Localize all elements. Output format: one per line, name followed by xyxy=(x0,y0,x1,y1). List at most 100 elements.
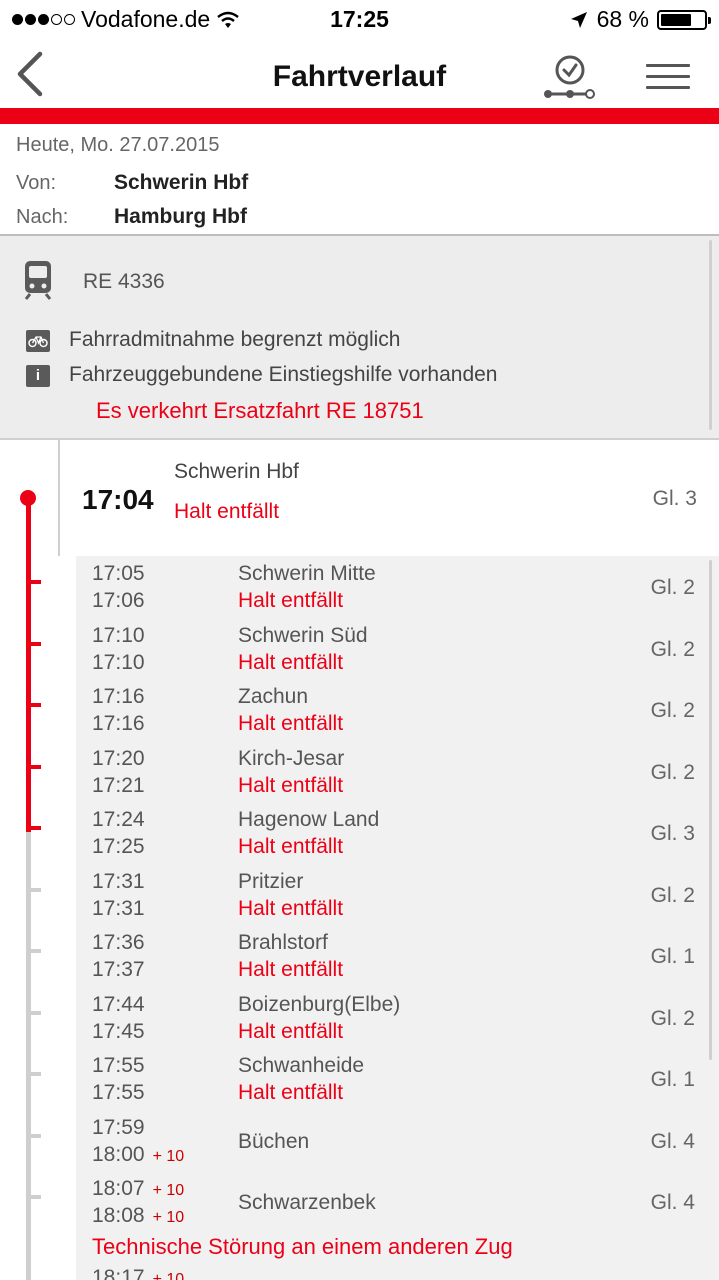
station-name: Brahlstorf xyxy=(238,931,328,954)
stop-list: 17:05 17:06 Schwerin Mitte Halt entfällt Gl.… xyxy=(76,556,719,1280)
stop-status: Halt entfällt xyxy=(238,835,344,858)
stop-time: 18:17 xyxy=(92,1266,145,1280)
train-info-panel: RE 4336 Fahrradmitnahme begrenzt möglich… xyxy=(0,236,719,438)
delay-badge: + 10 xyxy=(152,1209,185,1226)
stop-tick xyxy=(26,641,41,646)
arrival-time-text: 17:44 xyxy=(92,992,145,1016)
station-name: Schwerin Süd xyxy=(238,623,368,647)
departure-time-text: 18:08 xyxy=(92,1204,145,1227)
station-name: Zachun xyxy=(238,685,309,708)
arrival-time-text: 17:10 xyxy=(92,623,145,647)
departure-time-text: 17:45 xyxy=(92,1019,145,1043)
first-stop-time: 17:04 xyxy=(82,484,154,515)
stop-status: Halt entfällt xyxy=(238,896,344,920)
list-item[interactable]: 17:31 17:31 Pritzier Halt entfällt Gl. 2 xyxy=(76,864,719,925)
departure-time-text: 17:37 xyxy=(92,958,145,981)
stop-status: Halt entfällt xyxy=(238,650,344,674)
arrival-time: 17:10 xyxy=(92,624,145,648)
list-item[interactable]: 17:05 17:06 Schwerin Mitte Halt entfällt Gl.… xyxy=(76,556,719,617)
arrival-time-text: 17:16 xyxy=(92,685,145,708)
list-item[interactable]: 17:44 17:45 Boizenburg(Elbe) Halt entfällt G… xyxy=(76,987,719,1048)
platform: Gl. 2 xyxy=(650,760,695,784)
feature-bicycle: Fahrradmitnahme begrenzt möglich xyxy=(69,328,401,351)
stop-status: Halt entfällt xyxy=(238,589,344,612)
departure-time: 17:10 xyxy=(92,651,145,675)
list-item[interactable]: 17:59 18:00 + 10 Büchen Gl. 4 xyxy=(76,1110,719,1171)
platform: Gl. 4 xyxy=(650,1129,695,1153)
list-item[interactable]: 17:16 17:16 Zachun Halt entfällt Gl. 2 xyxy=(76,679,719,740)
departure-time-text: 17:10 xyxy=(92,650,145,674)
list-item[interactable]: 18:17 + 10 xyxy=(92,1266,184,1280)
station-name: Schwerin Mitte xyxy=(238,562,376,585)
departure-time-text: 17:06 xyxy=(92,589,145,612)
stop-status: Halt entfällt xyxy=(238,958,344,981)
departure-time-text: 17:21 xyxy=(92,773,145,797)
list-item[interactable]: 17:55 17:55 Schwanheide Halt entfällt Gl. 1 xyxy=(76,1048,719,1109)
scrollbar[interactable] xyxy=(709,240,712,430)
list-item[interactable]: 18:07 + 10 18:08 + 10 Schwarzenbek Gl. 4 xyxy=(76,1171,719,1232)
stop-tick xyxy=(26,949,41,953)
departure-time: 17:06 xyxy=(92,589,145,613)
journey-info: Heute, Mo. 27.07.2015 Von: Schwerin Hbf … xyxy=(0,124,719,234)
station-name: Boizenburg(Elbe) xyxy=(238,992,401,1016)
page-title: Fahrtverlauf xyxy=(272,60,447,93)
stop-tick xyxy=(26,703,41,707)
first-stop[interactable]: 17:04 Schwerin Hbf Halt entfällt Gl. 3 xyxy=(58,440,719,556)
departure-time-text: 17:31 xyxy=(92,896,145,920)
platform: Gl. 2 xyxy=(650,699,695,722)
stop-tick xyxy=(26,1195,41,1199)
scrollbar[interactable] xyxy=(709,560,712,1060)
origin-dot xyxy=(20,490,36,506)
platform: Gl. 2 xyxy=(650,1006,695,1030)
departure-time: 17:55 xyxy=(92,1081,145,1105)
stop-tick xyxy=(26,887,41,892)
disruption-notice: Technische Störung an einem anderen Zug xyxy=(92,1234,513,1259)
location-arrow-icon xyxy=(570,11,587,28)
departure-time: 17:31 xyxy=(92,897,145,921)
to-label: Nach: xyxy=(16,206,69,228)
train-number: RE 4336 xyxy=(83,270,165,293)
arrival-time-text: 17:36 xyxy=(92,931,145,954)
first-stop-status: Halt entfällt xyxy=(174,500,280,523)
station-name: Hagenow Land xyxy=(238,808,380,831)
departure-time-text: 18:00 xyxy=(92,1142,145,1166)
departure-time-text: 17:16 xyxy=(92,712,145,735)
info-icon: i xyxy=(26,365,50,387)
departure-time-text: 17:55 xyxy=(92,1081,145,1104)
platform: Gl. 1 xyxy=(650,1068,695,1091)
platform: Gl. 2 xyxy=(650,637,695,661)
stop-tick xyxy=(26,826,41,830)
stop-status: Halt entfällt xyxy=(238,712,344,735)
train-icon xyxy=(24,261,52,300)
platform: Gl. 2 xyxy=(650,883,695,907)
hamburger-menu-icon[interactable] xyxy=(646,64,690,94)
replacement-alert: Es verkehrt Ersatzfahrt RE 18751 xyxy=(96,398,424,423)
list-item[interactable]: 17:20 17:21 Kirch-Jesar Halt entfällt Gl. 2 xyxy=(76,741,719,802)
departure-time: 17:25 xyxy=(92,835,145,859)
list-item[interactable]: 17:24 17:25 Hagenow Land Halt entfällt Gl. 3 xyxy=(76,802,719,863)
platform: Gl. 3 xyxy=(650,822,695,845)
first-stop-station: Schwerin Hbf xyxy=(174,460,299,483)
arrival-time-text: 17:24 xyxy=(92,808,145,831)
platform: Gl. 4 xyxy=(650,1191,695,1214)
station-name: Schwanheide xyxy=(238,1054,365,1077)
stop-status: Halt entfällt xyxy=(238,773,344,797)
stop-tick xyxy=(26,580,41,584)
departure-time: 18:08 + 10 xyxy=(92,1204,184,1228)
station-name: Schwarzenbek xyxy=(238,1191,376,1214)
arrival-time: 17:24 xyxy=(92,808,145,832)
arrival-time: 17:05 xyxy=(92,562,145,586)
list-item[interactable]: 17:36 17:37 Brahlstorf Halt entfällt Gl. 1 xyxy=(76,925,719,986)
departure-time: 17:37 xyxy=(92,958,145,982)
from-station: Schwerin Hbf xyxy=(114,171,249,194)
stop-tick xyxy=(26,1133,41,1138)
clock-route-icon[interactable] xyxy=(540,52,596,102)
journey-date: Heute, Mo. 27.07.2015 xyxy=(16,134,220,156)
stop-tick xyxy=(26,764,41,769)
departure-time-text: 17:25 xyxy=(92,835,145,858)
first-stop-platform: Gl. 3 xyxy=(652,487,697,510)
nav-bar: Fahrtverlauf xyxy=(0,40,719,108)
station-name: Büchen xyxy=(238,1129,310,1153)
station-name: Pritzier xyxy=(238,869,304,893)
list-item[interactable]: 17:10 17:10 Schwerin Süd Halt entfällt Gl. 2 xyxy=(76,618,719,679)
